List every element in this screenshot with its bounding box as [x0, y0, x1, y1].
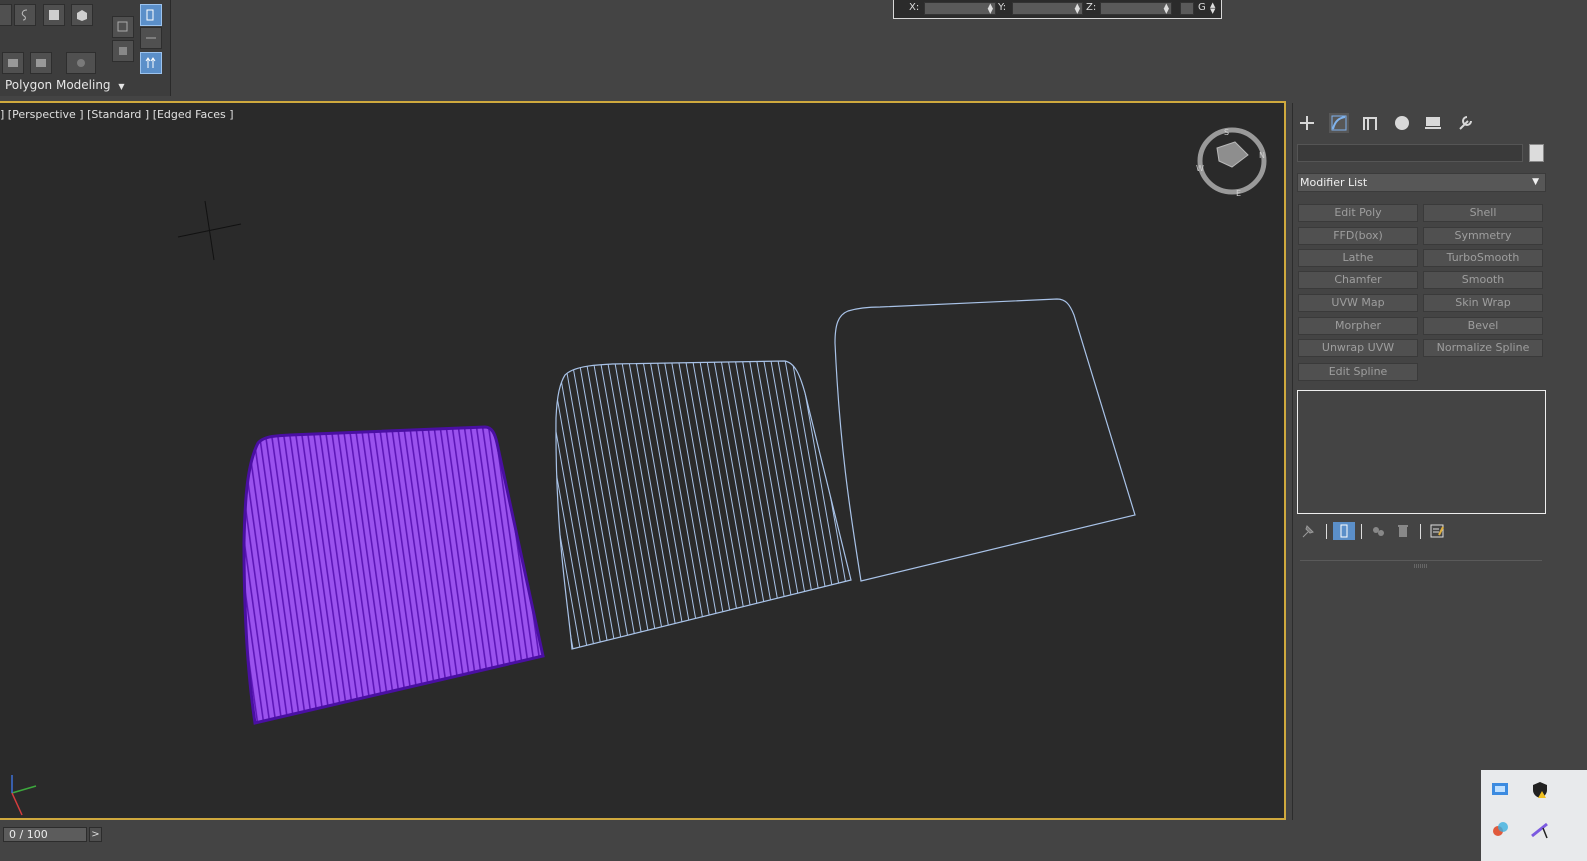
align-icon[interactable] [140, 27, 162, 49]
spline-outline-object[interactable] [834, 298, 1136, 582]
toolbar-separator [1361, 524, 1362, 539]
y-coordinate-field[interactable]: ▲ ▼ [1012, 2, 1083, 15]
ribbon-tab-polygon-modeling[interactable]: Polygon Modeling ▼ [5, 78, 125, 92]
spinner-icon[interactable]: ▲ ▼ [1210, 2, 1215, 15]
viewcube-w-label: W [1196, 164, 1204, 173]
chevron-down-icon: ▼ [1532, 177, 1539, 187]
y-label: Y: [998, 2, 1007, 13]
modifier-list-label: Modifier List [1300, 176, 1368, 189]
paint-select-icon[interactable] [112, 16, 134, 38]
modifier-button-shell[interactable]: Shell [1423, 204, 1543, 222]
make-unique-icon[interactable] [1369, 522, 1387, 540]
viewport-label[interactable]: ] [Perspective ] [Standard ] [Edged Face… [0, 108, 234, 121]
modifier-button-turbosmooth[interactable]: TurboSmooth [1423, 249, 1543, 267]
main-toolbar [0, 0, 1587, 97]
toolbar-separator [1420, 524, 1421, 539]
timeline-bar [0, 821, 1290, 861]
viewcube-e-label: E [1236, 189, 1241, 198]
chevron-down-icon: ▼ [118, 82, 125, 91]
perspective-viewport[interactable]: S W N E [0, 101, 1286, 820]
axis-tripod-icon [11, 775, 37, 816]
time-slider[interactable]: 0 / 100 [3, 827, 87, 842]
x-coordinate-field[interactable]: ▲ ▼ [924, 2, 996, 15]
modify-tab-icon[interactable] [1329, 113, 1349, 133]
viewcube-n-label: N [1259, 151, 1265, 160]
modifier-button-bevel[interactable]: Bevel [1423, 317, 1543, 335]
configure-modifier-sets-icon[interactable] [1428, 522, 1446, 540]
hierarchy-tab-icon[interactable] [1360, 113, 1380, 133]
offset-mode-icon[interactable] [1180, 2, 1194, 15]
security-shield-icon[interactable] [1529, 779, 1551, 801]
motion-tab-icon[interactable] [1392, 113, 1412, 133]
lasso-icon[interactable] [14, 4, 36, 26]
display-tab-icon[interactable] [1423, 113, 1443, 133]
wireframe-object-mesh[interactable] [540, 343, 870, 663]
trash-icon[interactable] [1394, 522, 1412, 540]
ribbon-tab-label: Polygon Modeling [5, 78, 111, 92]
transform-type-in: X: ▲ ▼ Y: ▲ ▼ Z: ▲ ▼ G ▲ ▼ [893, 0, 1222, 19]
toolbar-separator [1326, 524, 1327, 539]
select-icon[interactable] [0, 4, 12, 26]
utilities-tab-icon[interactable] [1455, 113, 1475, 133]
color-app-icon[interactable] [1489, 818, 1511, 840]
z-coordinate-field[interactable]: ▲ ▼ [1100, 2, 1172, 15]
system-tray-overflow [1481, 770, 1587, 861]
graphite-icon-1[interactable] [2, 52, 24, 74]
modifier-button-ffd-box[interactable]: FFD(box) [1298, 227, 1418, 245]
modifier-button-normalize-spline[interactable]: Normalize Spline [1423, 339, 1543, 357]
modifier-button-edit-spline[interactable]: Edit Spline [1298, 363, 1418, 381]
use-selection-icon[interactable] [140, 4, 162, 26]
modifier-stack[interactable] [1297, 390, 1546, 514]
pin-stack-icon[interactable] [1299, 522, 1317, 540]
modifier-button-uvw-map[interactable]: UVW Map [1298, 294, 1418, 312]
viewcube-s-label: S [1224, 128, 1229, 137]
modifier-button-edit-poly[interactable]: Edit Poly [1298, 204, 1418, 222]
modifier-button-unwrap-uvw[interactable]: Unwrap UVW [1298, 339, 1418, 357]
box-icon[interactable] [43, 4, 65, 26]
modifier-button-lathe[interactable]: Lathe [1298, 249, 1418, 267]
next-frame-button[interactable]: > [89, 827, 102, 842]
object-color-swatch[interactable] [1529, 144, 1544, 162]
create-tab-icon[interactable] [1297, 113, 1317, 133]
cube-icon[interactable] [71, 4, 93, 26]
scene-canvas[interactable]: S W N E [0, 103, 1286, 820]
show-end-result-icon[interactable] [1333, 522, 1355, 540]
mirror-icon[interactable] [112, 40, 134, 62]
selected-object-mesh[interactable] [242, 425, 545, 725]
modifier-list-dropdown[interactable]: Modifier List ▼ [1297, 173, 1546, 192]
viewcube-icon[interactable]: S W N E [1196, 127, 1267, 198]
modifier-button-chamfer[interactable]: Chamfer [1298, 271, 1418, 289]
origin-cross-icon [177, 200, 242, 261]
x-label: X: [909, 2, 920, 13]
z-label: Z: [1086, 2, 1097, 13]
object-name-field[interactable] [1297, 144, 1523, 162]
modifier-button-smooth[interactable]: Smooth [1423, 271, 1543, 289]
pen-tool-icon[interactable] [1529, 818, 1551, 840]
graphite-icon-2[interactable] [30, 52, 52, 74]
rollout-grip-icon[interactable] [1414, 558, 1428, 568]
grid-label: G [1198, 2, 1206, 13]
modifier-button-symmetry[interactable]: Symmetry [1423, 227, 1543, 245]
record-icon[interactable] [66, 52, 96, 74]
network-icon[interactable] [1489, 779, 1511, 801]
pivot-icon[interactable] [140, 52, 162, 74]
modifier-button-morpher[interactable]: Morpher [1298, 317, 1418, 335]
modifier-button-skin-wrap[interactable]: Skin Wrap [1423, 294, 1543, 312]
